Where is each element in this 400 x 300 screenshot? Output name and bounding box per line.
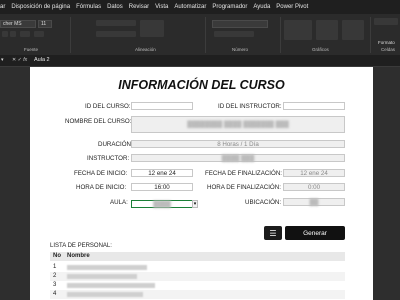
number-format-box[interactable] (212, 20, 268, 28)
redacted-name (67, 292, 143, 297)
course-id-label: ID DEL CURSO: (85, 103, 131, 110)
redacted-name (67, 274, 137, 279)
wrap-text-button[interactable] (140, 20, 164, 37)
start-date-label: FECHA DE INICIO: (74, 170, 128, 177)
page-title: INFORMACIÓN DEL CURSO (118, 78, 285, 92)
align-left-button[interactable] (96, 31, 136, 37)
format-table-button[interactable] (316, 20, 338, 40)
conditional-format-button[interactable] (284, 20, 312, 40)
staff-col-name: Nombre (67, 253, 90, 259)
instructor-redacted: ████ ███ (221, 154, 255, 162)
staff-list-title: LISTA DE PERSONAL: (50, 243, 112, 249)
location-redacted: ██ (309, 198, 319, 206)
cancel-icon[interactable]: ✕ (12, 57, 16, 63)
end-date-field[interactable]: 12 ene 24 (283, 169, 345, 177)
redacted-name (67, 283, 155, 288)
classroom-field[interactable]: ████ (131, 200, 193, 208)
menu-item-view[interactable]: Vista (155, 4, 168, 10)
ribbon: cher MS 11 Fuente Alineación Número Gráf… (0, 14, 400, 55)
bold-button[interactable] (2, 31, 8, 37)
ribbon-separator (370, 17, 371, 53)
course-name-field[interactable]: ████████ ████ ███████ ███ (131, 116, 345, 133)
confirm-icon[interactable]: ✓ (18, 57, 22, 63)
ribbon-separator (70, 17, 71, 53)
instructor-id-label: ID DEL INSTRUCTOR: (218, 103, 282, 110)
ribbon-separator (280, 17, 281, 53)
generate-button[interactable]: Generar (285, 226, 345, 240)
table-row[interactable]: 3 (50, 281, 345, 290)
redacted-name (67, 265, 147, 270)
course-name-redacted: ████████ ████ ███████ ███ (187, 121, 289, 128)
row-number: 2 (53, 273, 57, 279)
group-label-font: Fuente (24, 47, 39, 52)
group-label-styles: Gráficos (312, 47, 329, 52)
row-number: 4 (53, 291, 57, 297)
menu-item-automate[interactable]: Automatizar (174, 4, 206, 10)
row-number: 1 (53, 264, 57, 270)
location-label: UBICACIÓN: (245, 199, 282, 206)
classroom-redacted: ████ (153, 200, 171, 208)
percent-button[interactable] (214, 31, 254, 37)
settings-button[interactable]: ☰ (264, 226, 282, 240)
format-button[interactable]: Formato (378, 40, 395, 45)
sliders-icon: ☰ (269, 228, 277, 238)
classroom-label: AULA: (110, 199, 128, 206)
end-date-label: FECHA DE FINALIZACIÓN: (205, 170, 283, 177)
course-id-field[interactable] (131, 102, 193, 110)
course-form-sheet: INFORMACIÓN DEL CURSO ID DEL CURSO: ID D… (30, 67, 373, 300)
table-row[interactable]: 4 (50, 290, 345, 299)
classroom-dropdown-button[interactable]: ▾ (192, 200, 198, 208)
ribbon-separator (205, 17, 206, 53)
italic-button[interactable] (10, 31, 16, 37)
left-margin-area (0, 67, 30, 300)
font-size-box[interactable]: 11 (38, 20, 52, 28)
start-time-field[interactable]: 16:00 (131, 183, 193, 191)
menu-item-developer[interactable]: Programador (212, 4, 247, 10)
menu-item-review[interactable]: Revisar (129, 4, 149, 10)
table-row[interactable]: 2 (50, 272, 345, 281)
course-name-label: NOMBRE DEL CURSO: (65, 118, 132, 125)
instructor-label: INSTRUCTOR: (87, 155, 130, 162)
function-icon[interactable]: fx (23, 57, 27, 63)
start-time-label: HORA DE INICIO: (76, 184, 127, 191)
border-button[interactable] (20, 31, 30, 37)
duration-field[interactable]: 8 Horas / 1 Día (131, 140, 345, 148)
formula-icons: ✕ ✓ fx (12, 57, 27, 63)
menu-item-help[interactable]: Ayuda (253, 4, 270, 10)
menu-item-page-layout[interactable]: Disposición de página (11, 4, 70, 10)
name-box[interactable]: ▾ (1, 57, 7, 65)
menu-item-formulas[interactable]: Fórmulas (76, 4, 101, 10)
formula-bar: ▾ ✕ ✓ fx Aula 2 (0, 56, 400, 67)
instructor-field[interactable]: ████ ███ (131, 154, 345, 162)
menu-item-power-pivot[interactable]: Power Pivot (276, 4, 308, 10)
end-time-label: HORA DE FINALIZACIÓN: (207, 184, 281, 191)
right-margin-area (373, 67, 400, 300)
formula-input[interactable]: Aula 2 (34, 57, 50, 63)
row-number: 3 (53, 282, 57, 288)
group-label-cells: Celdas (381, 47, 396, 52)
menu-item-file[interactable]: ar (0, 4, 5, 10)
end-time-field[interactable]: 0:00 (283, 183, 345, 191)
group-label-alignment: Alineación (135, 47, 156, 52)
menu-bar: ar Disposición de página Fórmulas Datos … (0, 0, 400, 14)
table-row[interactable]: 1 (50, 263, 345, 272)
insert-cells-button[interactable] (374, 18, 398, 25)
fill-color-button[interactable] (34, 31, 44, 37)
align-top-button[interactable] (96, 20, 136, 26)
font-name-box[interactable]: cher MS (0, 20, 36, 28)
staff-col-no: No (53, 253, 61, 259)
staff-table-header: No Nombre (50, 252, 345, 261)
start-date-field[interactable]: 12 ene 24 (131, 169, 193, 177)
location-field[interactable]: ██ (283, 198, 345, 206)
instructor-id-field[interactable] (283, 102, 345, 110)
duration-label: DURACIÓN: (98, 141, 133, 148)
menu-item-data[interactable]: Datos (107, 4, 123, 10)
group-label-number: Número (232, 47, 249, 52)
cell-styles-button[interactable] (342, 20, 364, 40)
